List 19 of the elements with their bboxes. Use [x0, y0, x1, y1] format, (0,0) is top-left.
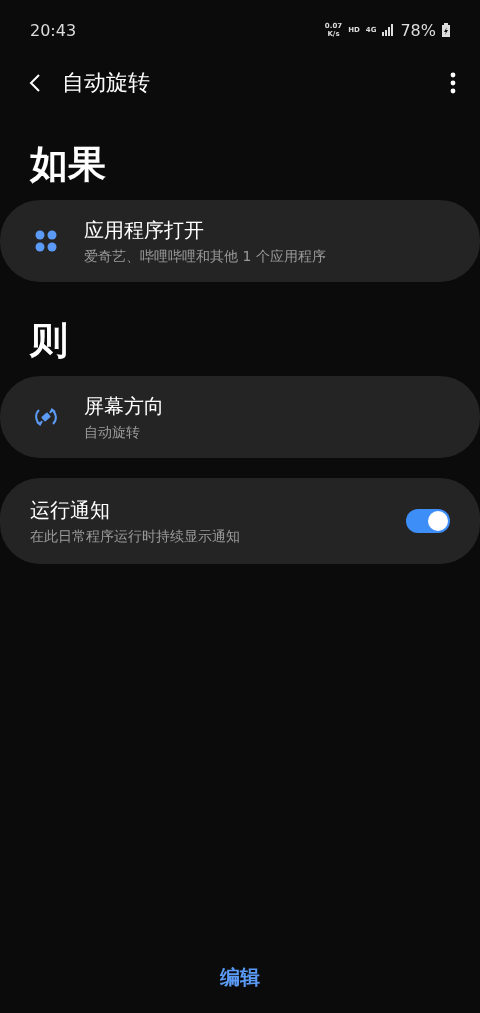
signal-icon [382, 24, 395, 36]
card-title: 屏幕方向 [84, 392, 165, 420]
section-heading: 则 [30, 317, 69, 364]
toggle-switch[interactable] [406, 509, 450, 533]
page-title: 自动旋转 [62, 69, 151, 97]
card-title: 应用程序打开 [84, 216, 205, 244]
status-time: 20:43 [30, 20, 78, 40]
rule-card[interactable]: 屏幕方向 自动旋转 [0, 376, 480, 458]
notification-title: 运行通知 [30, 496, 111, 524]
notification-subtitle: 在此日常程序运行时持续显示通知 [30, 527, 241, 546]
edit-button[interactable]: 编辑 [208, 960, 272, 995]
apps-icon [35, 230, 57, 252]
screen-rotation-icon [34, 405, 58, 429]
card-subtitle: 爱奇艺、哔哩哔哩和其他 1 个应用程序 [84, 247, 327, 266]
battery-percent: 78% [400, 20, 436, 40]
card-subtitle: 自动旋转 [84, 423, 141, 442]
rule-card[interactable]: 应用程序打开 爱奇艺、哔哩哔哩和其他 1 个应用程序 [0, 200, 480, 282]
section-heading: 如果 [30, 141, 107, 188]
battery-charging-icon [442, 23, 450, 37]
